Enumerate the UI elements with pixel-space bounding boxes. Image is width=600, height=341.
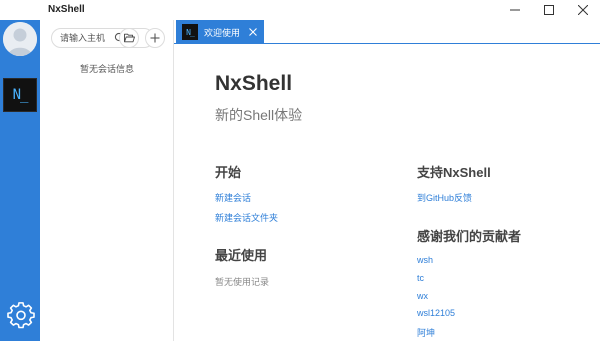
support-heading: 支持NxShell xyxy=(417,165,491,180)
minimize-icon xyxy=(510,9,520,11)
left-rail: N_ xyxy=(0,0,40,341)
maximize-icon xyxy=(544,5,554,15)
new-session-folder-link[interactable]: 新建会话文件夹 xyxy=(215,211,278,224)
maximize-button[interactable] xyxy=(532,0,566,20)
user-avatar[interactable] xyxy=(3,22,37,56)
contributor-link[interactable]: wsl12105 xyxy=(417,308,455,318)
session-panel: 暂无会话信息 xyxy=(40,20,174,341)
tab-bar: N_ 欢迎使用 xyxy=(174,20,600,44)
contributor-link[interactable]: wsh xyxy=(417,255,433,265)
add-session-button[interactable] xyxy=(145,28,165,48)
tab-welcome[interactable]: N_ 欢迎使用 xyxy=(176,20,264,44)
minimize-button[interactable] xyxy=(498,0,532,20)
settings-button[interactable] xyxy=(7,302,35,330)
window-title: NxShell xyxy=(48,4,85,15)
empty-sessions-text: 暂无会话信息 xyxy=(79,64,134,74)
recent-heading: 最近使用 xyxy=(215,248,268,263)
contributors-heading: 感谢我们的贡献者 xyxy=(417,229,522,244)
user-avatar-icon xyxy=(3,22,37,56)
gear-icon xyxy=(7,302,35,329)
folder-icon xyxy=(123,33,135,43)
github-feedback-link[interactable]: 到GitHub反馈 xyxy=(417,191,472,204)
tab-app-icon: N_ xyxy=(182,24,198,40)
page-title: NxShell xyxy=(215,72,293,95)
contributor-link[interactable]: wx xyxy=(417,291,428,301)
window-controls xyxy=(498,0,600,20)
plus-icon xyxy=(150,33,160,43)
app-window: N_ NxShell 请输入主机 暂无会话信息 N_ 欢迎使用 NxShell … xyxy=(0,0,600,341)
new-session-link[interactable]: 新建会话 xyxy=(215,191,251,204)
open-folder-button[interactable] xyxy=(119,28,139,48)
page-subtitle: 新的Shell体验 xyxy=(215,107,303,123)
start-heading: 开始 xyxy=(215,165,242,180)
close-icon xyxy=(578,5,588,15)
recent-empty-text: 暂无使用记录 xyxy=(215,277,270,287)
tab-label: 欢迎使用 xyxy=(204,27,241,38)
contributor-link[interactable]: tc xyxy=(417,273,424,283)
welcome-page: NxShell 新的Shell体验 开始 新建会话 新建会话文件夹 最近使用 暂… xyxy=(174,45,600,341)
rail-app-icon: N_ xyxy=(12,87,29,103)
contributor-link[interactable]: 阿坤 xyxy=(417,326,435,339)
close-window-button[interactable] xyxy=(566,0,600,20)
rail-app-button[interactable]: N_ xyxy=(3,78,37,112)
titlebar: NxShell xyxy=(0,0,600,20)
tab-close-icon[interactable] xyxy=(248,27,258,37)
